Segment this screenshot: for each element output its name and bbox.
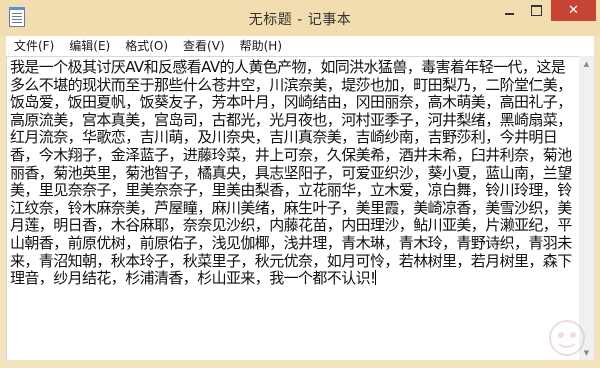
logo-watermark-icon (549, 320, 585, 356)
scroll-up-icon[interactable]: ▲ (579, 56, 594, 71)
window-bottom-border (0, 360, 600, 368)
minimize-icon (505, 12, 514, 15)
close-button[interactable]: ✕ (551, 0, 596, 21)
text-editor-area[interactable]: 我是一个极其讨厌AV和反感看AV的人黄色产物，如同洪水猛兽，毒害着年轻一代，这是… (6, 56, 579, 360)
maximize-icon (531, 5, 542, 16)
vertical-scrollbar[interactable]: ▲ ▼ (579, 56, 594, 360)
title-bar[interactable]: 无标题 - 记事本 ✕ (0, 0, 600, 36)
menu-file[interactable]: 文件(F) (6, 36, 61, 56)
notepad-window: 无标题 - 记事本 ✕ 文件(F) 编辑(E) 格式(O) 查看(V) 帮助(H… (0, 0, 600, 368)
menu-view[interactable]: 查看(V) (175, 36, 232, 56)
menu-format[interactable]: 格式(O) (117, 36, 175, 56)
maximize-button[interactable] (523, 0, 550, 21)
minimize-button[interactable] (496, 0, 523, 21)
menu-edit[interactable]: 编辑(E) (61, 36, 117, 56)
close-icon: ✕ (568, 3, 579, 18)
editor-text: 我是一个极其讨厌AV和反感看AV的人黄色产物，如同洪水猛兽，毒害着年轻一代，这是… (10, 58, 572, 288)
menu-help[interactable]: 帮助(H) (232, 36, 289, 56)
editor-content[interactable]: 我是一个极其讨厌AV和反感看AV的人黄色产物，如同洪水猛兽，毒害着年轻一代，这是… (7, 57, 576, 288)
menu-bar: 文件(F) 编辑(E) 格式(O) 查看(V) 帮助(H) (6, 36, 594, 56)
text-caret (375, 270, 377, 286)
